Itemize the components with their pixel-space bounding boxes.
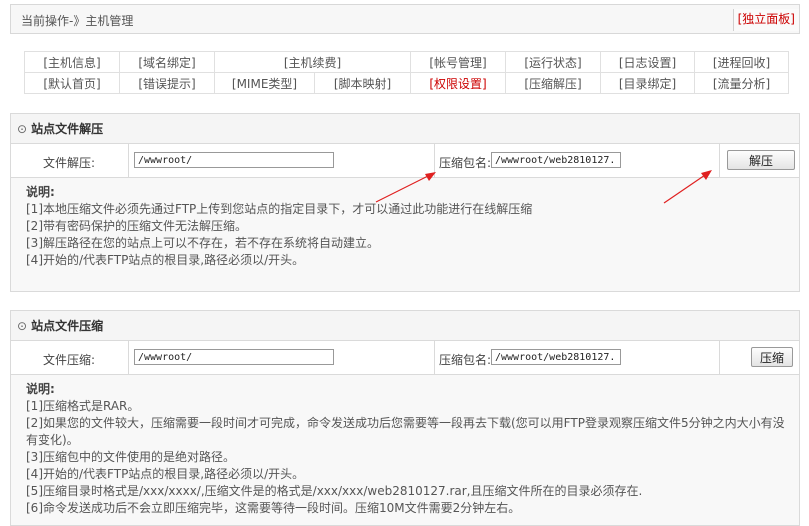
compress-archive-input[interactable] — [491, 349, 621, 365]
standalone-panel-link[interactable]: [独立面板] — [732, 9, 799, 31]
decompress-path-input[interactable] — [134, 152, 334, 168]
compress-title: 站点文件压缩 — [31, 319, 104, 333]
nav-traffic-analysis[interactable]: [流量分析] — [694, 72, 789, 94]
nav-compress-decompress[interactable]: [压缩解压] — [505, 72, 601, 94]
decompress-archive-label: 压缩包名: — [439, 156, 492, 170]
note-item: 有变化)。 — [26, 433, 79, 447]
compress-path-input[interactable] — [134, 349, 334, 365]
section-title: ⊙ 站点文件压缩 — [11, 311, 799, 341]
nav-running-status[interactable]: [运行状态] — [505, 51, 601, 73]
top-bar: 当前操作-》主机管理 [独立面板] — [10, 4, 800, 34]
compress-section: ⊙站点文件压缩 文件压缩: 压缩包名: 压缩 说明: [1]压缩格式是RAR。 … — [10, 310, 800, 526]
function-nav: [主机信息] [域名绑定] [主机续费] [帐号管理] [运行状态] [日志设置… — [24, 51, 789, 94]
nav-directory-binding[interactable]: [目录绑定] — [600, 72, 695, 94]
note-item: [2]如果您的文件较大，压缩需要一段时间才可完成，命令发送成功后您需要等一段再去… — [26, 416, 785, 430]
note-item: [5]压缩目录时格式是/xxx/xxxx/,压缩文件是的格式是/xxx/xxx/… — [26, 484, 643, 498]
breadcrumb: 当前操作-》主机管理 — [21, 14, 134, 28]
note-item: [6]命令发送成功后不会立即压缩完毕，这需要等待一段时间。压缩10M文件需要2分… — [26, 501, 521, 515]
note-item: [4]开始的/代表FTP站点的根目录,路径必须以/开头。 — [26, 467, 305, 481]
note-item: [1]压缩格式是RAR。 — [26, 399, 140, 413]
nav-host-renewal[interactable]: [主机续费] — [214, 51, 411, 73]
note-item: [2]带有密码保护的压缩文件无法解压缩。 — [26, 219, 247, 233]
nav-account-management[interactable]: [帐号管理] — [410, 51, 506, 73]
nav-script-mapping[interactable]: [脚本映射] — [314, 72, 411, 94]
notes-title: 说明: — [26, 382, 55, 396]
section-title: ⊙ 站点文件解压 — [11, 114, 799, 144]
nav-log-settings[interactable]: [日志设置] — [600, 51, 695, 73]
compress-file-label: 文件压缩: — [43, 353, 96, 367]
decompress-title: 站点文件解压 — [31, 122, 104, 136]
decompress-file-label: 文件解压: — [43, 156, 96, 170]
nav-mime-types[interactable]: [MIME类型] — [214, 72, 315, 94]
note-item: [3]压缩包中的文件使用的是绝对路径。 — [26, 450, 235, 464]
decompress-button[interactable]: 解压 — [727, 150, 795, 170]
circle-icon: ⊙ — [17, 319, 28, 333]
annotation-arrow-icon — [375, 172, 436, 203]
circle-icon: ⊙ — [17, 122, 28, 136]
compress-button[interactable]: 压缩 — [751, 347, 793, 367]
nav-permission-settings[interactable]: [权限设置] — [410, 72, 506, 94]
nav-default-homepage[interactable]: [默认首页] — [24, 72, 120, 94]
note-item: [4]开始的/代表FTP站点的根目录,路径必须以/开头。 — [26, 253, 305, 267]
annotation-arrow-icon — [663, 170, 712, 204]
nav-host-info[interactable]: [主机信息] — [24, 51, 120, 73]
note-item: [3]解压路径在您的站点上可以不存在，若不存在系统将自动建立。 — [26, 236, 380, 250]
nav-domain-binding[interactable]: [域名绑定] — [119, 51, 215, 73]
decompress-archive-input[interactable] — [491, 152, 621, 168]
nav-error-pages[interactable]: [错误提示] — [119, 72, 215, 94]
nav-process-recycle[interactable]: [进程回收] — [694, 51, 789, 73]
compress-form-row: 文件压缩: 压缩包名: 压缩 — [11, 341, 799, 375]
compress-notes: 说明: [1]压缩格式是RAR。 [2]如果您的文件较大，压缩需要一段时间才可完… — [11, 375, 799, 517]
compress-archive-label: 压缩包名: — [439, 353, 492, 367]
